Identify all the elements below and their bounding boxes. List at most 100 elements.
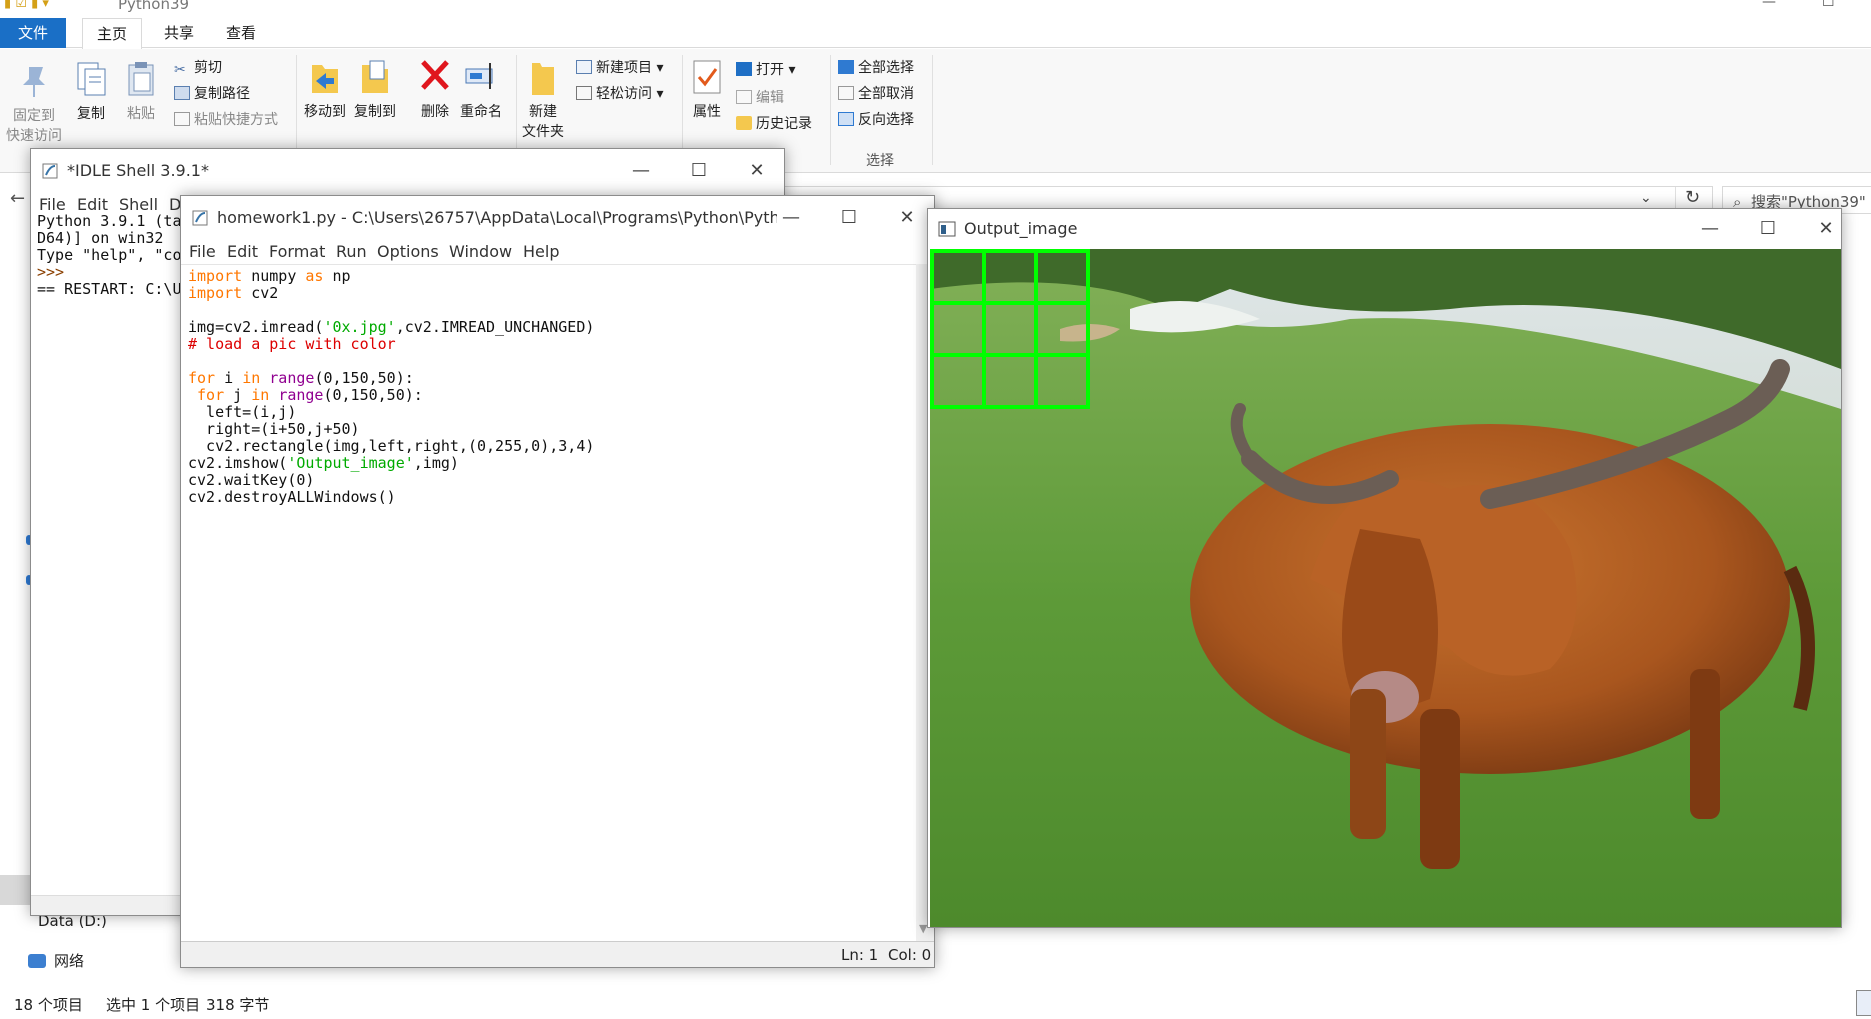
code-token: range <box>269 369 315 387</box>
code-line: import numpy as np <box>188 268 594 285</box>
pin-icon <box>23 67 45 97</box>
minimize-icon[interactable]: — <box>1686 213 1734 245</box>
nav-item-network[interactable]: 网络 <box>28 950 84 971</box>
highland-cow-image <box>930 249 1841 927</box>
copy-button[interactable]: 复制 <box>74 59 108 123</box>
scissors-icon: ✂ <box>174 62 186 78</box>
network-icon <box>28 954 46 968</box>
pin-quick-access-button[interactable]: 固定到 快速访问 <box>6 61 62 145</box>
code-line: left=(i,j) <box>188 403 297 421</box>
code-token: in <box>251 386 270 404</box>
code-token: 'Output_image' <box>287 454 414 472</box>
explorer-statusbar: 18 个项目 选中 1 个项目 318 字节 <box>0 990 1871 1018</box>
delete-label: 删除 <box>421 104 449 120</box>
shell-scrollbar[interactable] <box>31 895 185 915</box>
rename-button[interactable]: 重命名 <box>460 57 502 121</box>
rename-label: 重命名 <box>460 104 502 120</box>
copy-to-button[interactable]: 复制到 <box>354 57 396 121</box>
nav-network-label: 网络 <box>54 952 85 970</box>
code-token: cv2 <box>242 284 279 302</box>
tab-home[interactable]: 主页 <box>82 18 143 49</box>
cut-button[interactable]: ✂ 剪切 <box>174 57 222 78</box>
ribbon-tabs: 文件 主页 共享 查看 <box>0 18 1871 49</box>
code-token: j <box>224 386 252 404</box>
vscode-icon <box>736 62 752 76</box>
minimize-icon[interactable]: — <box>1762 0 1776 10</box>
easy-access-button[interactable]: 轻松访问 ▾ <box>576 83 663 103</box>
menu-file[interactable]: File <box>189 242 216 261</box>
view-details-icon[interactable] <box>1856 990 1871 1016</box>
menu-window[interactable]: Window <box>449 242 512 261</box>
editor-titlebar[interactable]: homework1.py - C:\Users\26757\AppData\Lo… <box>181 196 934 240</box>
move-to-button[interactable]: 移动到 <box>304 57 346 121</box>
tab-file[interactable]: 文件 <box>0 18 66 48</box>
chevron-down-icon[interactable]: ⌄ <box>1640 190 1652 206</box>
menu-help[interactable]: Help <box>523 242 559 261</box>
tab-share[interactable]: 共享 <box>150 18 208 48</box>
paste-icon <box>128 62 154 96</box>
properties-label: 属性 <box>693 104 721 120</box>
shell-titlebar[interactable]: *IDLE Shell 3.9.1* — ☐ ✕ <box>31 149 784 193</box>
paste-button[interactable]: 粘贴 <box>124 59 158 123</box>
output-titlebar[interactable]: Output_image — ☐ ✕ <box>928 209 1841 249</box>
maximize-icon[interactable]: ☐ <box>825 202 873 234</box>
history-label: 历史记录 <box>756 116 812 132</box>
new-folder-icon <box>532 63 554 95</box>
image-canvas <box>930 249 1841 927</box>
maximize-icon[interactable]: ☐ <box>675 155 723 187</box>
edit-button[interactable]: 编辑 <box>736 87 784 107</box>
select-none-label: 全部取消 <box>858 86 914 102</box>
code-token: for <box>188 369 216 387</box>
history-button[interactable]: 历史记录 <box>736 113 812 133</box>
shell-output[interactable]: Python 3.9.1 (ta D64)] on win32 Type "help… <box>37 213 182 298</box>
close-icon[interactable]: ✕ <box>883 202 931 234</box>
select-all-button[interactable]: 全部选择 <box>838 57 914 77</box>
new-folder-label-1: 新建 <box>529 104 557 120</box>
menu-edit[interactable]: Edit <box>227 242 258 261</box>
ribbon-divider <box>932 55 933 165</box>
select-none-icon <box>838 86 854 100</box>
properties-button[interactable]: 属性 <box>690 57 724 121</box>
code-token: ,cv2.IMREAD_UNCHANGED) <box>395 318 595 336</box>
shell-line: D64)] on win32 <box>37 229 164 247</box>
copy-path-button[interactable]: 复制路径 <box>174 83 250 103</box>
delete-x-icon <box>421 60 449 90</box>
status-size: 318 字节 <box>206 996 270 1014</box>
maximize-icon[interactable]: ☐ <box>1822 0 1835 10</box>
back-arrow-icon[interactable]: ← <box>10 188 25 209</box>
code-token: range <box>278 386 324 404</box>
ribbon-divider <box>830 55 831 165</box>
open-button[interactable]: 打开 ▾ <box>736 59 795 79</box>
code-text: import numpy as np import cv2 img=cv2.imr… <box>188 268 594 506</box>
edit-label: 编辑 <box>756 90 784 106</box>
maximize-icon[interactable]: ☐ <box>1744 213 1792 245</box>
select-none-button[interactable]: 全部取消 <box>838 83 914 103</box>
output-image-window: Output_image — ☐ ✕ <box>927 208 1842 928</box>
nav-selection-strip <box>0 875 32 905</box>
open-label: 打开 <box>756 62 784 78</box>
close-icon[interactable]: ✕ <box>1802 213 1850 245</box>
menu-options[interactable]: Options <box>377 242 439 261</box>
shell-line: Type "help", "co <box>37 246 182 264</box>
cut-label: 剪切 <box>194 60 222 76</box>
menu-format[interactable]: Format <box>269 242 325 261</box>
invert-selection-button[interactable]: 反向选择 <box>838 109 914 129</box>
minimize-icon[interactable]: — <box>617 155 665 187</box>
delete-button[interactable]: 删除 <box>418 57 452 121</box>
tab-view[interactable]: 查看 <box>212 18 270 48</box>
paste-shortcut-button[interactable]: 粘贴快捷方式 <box>174 109 278 129</box>
menu-run[interactable]: Run <box>336 242 367 261</box>
code-editor[interactable]: import numpy as np import cv2 img=cv2.imr… <box>181 264 916 941</box>
easy-access-label: 轻松访问 <box>596 86 652 102</box>
copy-icon <box>77 62 106 96</box>
status-selected: 选中 1 个项目 <box>106 996 201 1014</box>
new-item-button[interactable]: 新建项目 ▾ <box>576 57 663 77</box>
move-to-label: 移动到 <box>304 104 346 120</box>
code-line: for j in range(0,150,50): <box>188 387 594 404</box>
code-token: '0x.jpg' <box>323 318 396 336</box>
minimize-icon[interactable]: — <box>767 202 815 234</box>
code-token: in <box>242 369 261 387</box>
new-folder-button[interactable]: 新建 文件夹 <box>522 57 564 141</box>
close-icon[interactable]: ✕ <box>733 155 781 187</box>
